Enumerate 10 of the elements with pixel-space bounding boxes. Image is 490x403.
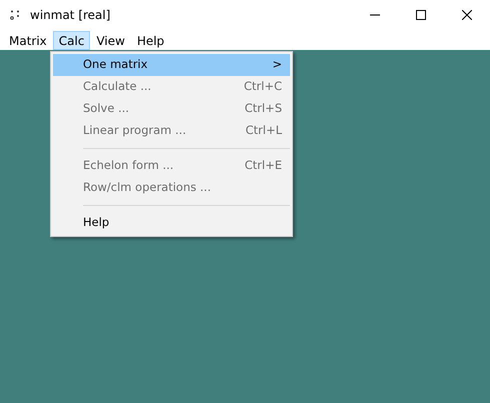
menu-item[interactable]: One matrix > (53, 54, 290, 76)
close-icon (462, 10, 472, 20)
menu-item[interactable]: Help (53, 212, 290, 234)
menu-bar-item[interactable]: Calc (52, 30, 90, 50)
menu-bar-item[interactable]: Help (130, 30, 170, 50)
menu-bar-item[interactable]: Matrix (3, 30, 53, 50)
maximize-icon (416, 10, 426, 20)
window-title: winmat [real] (30, 7, 110, 24)
menu-bar-item[interactable]: View (90, 30, 131, 50)
app-icon (10, 10, 20, 20)
